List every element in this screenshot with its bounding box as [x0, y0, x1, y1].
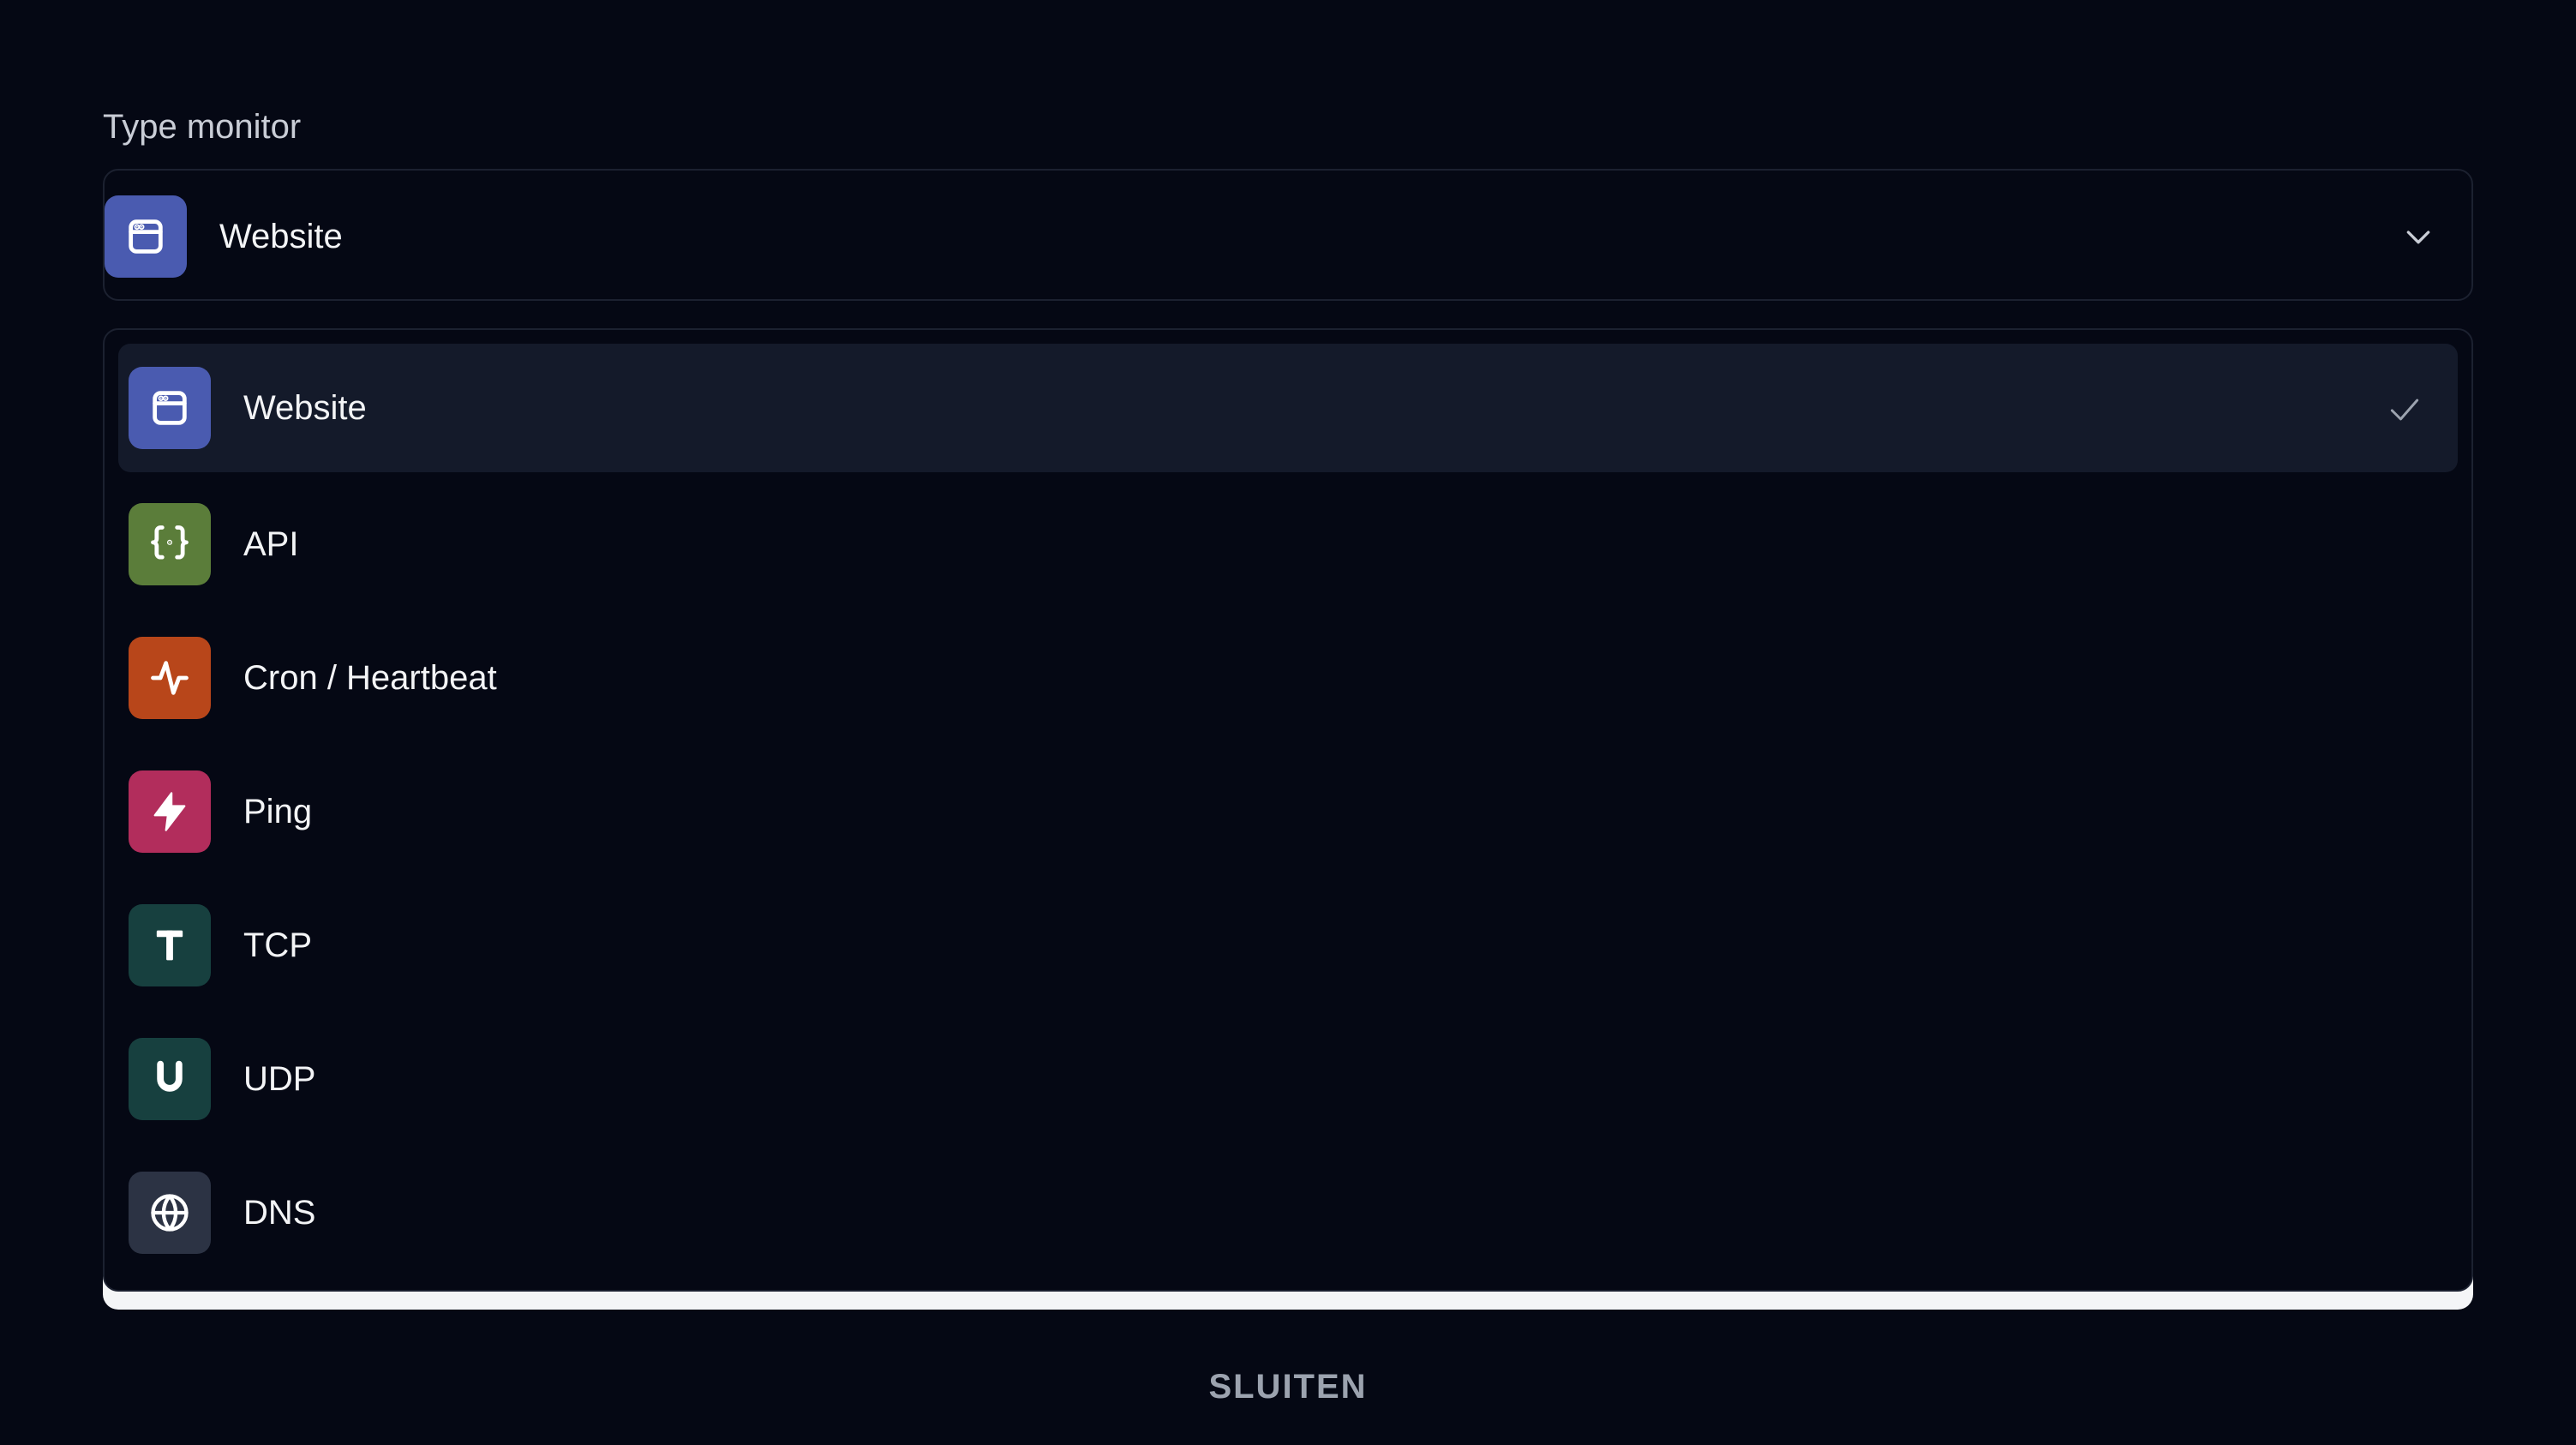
- curly-braces-icon: [129, 503, 211, 585]
- lightning-bolt-icon: [129, 770, 211, 853]
- option-udp[interactable]: UDP: [118, 1015, 2458, 1143]
- globe-icon: [129, 1172, 211, 1254]
- letter-u-icon: [129, 1038, 211, 1120]
- option-ping[interactable]: Ping: [118, 747, 2458, 876]
- option-tcp[interactable]: TCP: [118, 881, 2458, 1010]
- option-website[interactable]: Website: [118, 344, 2458, 472]
- check-icon: [2390, 399, 2419, 421]
- select-value: Website: [219, 218, 343, 255]
- option-label: DNS: [243, 1194, 316, 1232]
- chevron-down-icon[interactable]: [2401, 219, 2435, 254]
- option-label: UDP: [243, 1060, 316, 1098]
- close-button[interactable]: SLUITEN: [1114, 1363, 1462, 1411]
- option-dns[interactable]: DNS: [118, 1148, 2458, 1277]
- type-monitor-label: Type monitor: [103, 108, 302, 146]
- option-label: Ping: [243, 793, 313, 830]
- option-api[interactable]: API: [118, 480, 2458, 609]
- option-label: TCP: [243, 926, 312, 964]
- activity-pulse-icon: [129, 637, 211, 719]
- option-label: Website: [243, 389, 367, 427]
- option-label: Cron / Heartbeat: [243, 659, 497, 697]
- browser-window-icon: [129, 367, 211, 449]
- monitor-type-dropdown: Website API Cron / Heartbeat Ping TCP UD…: [103, 328, 2473, 1292]
- browser-window-icon: [105, 195, 187, 278]
- option-cron-heartbeat[interactable]: Cron / Heartbeat: [118, 614, 2458, 742]
- option-label: API: [243, 525, 299, 563]
- monitor-type-select[interactable]: Website: [103, 169, 2473, 301]
- letter-t-icon: [129, 904, 211, 986]
